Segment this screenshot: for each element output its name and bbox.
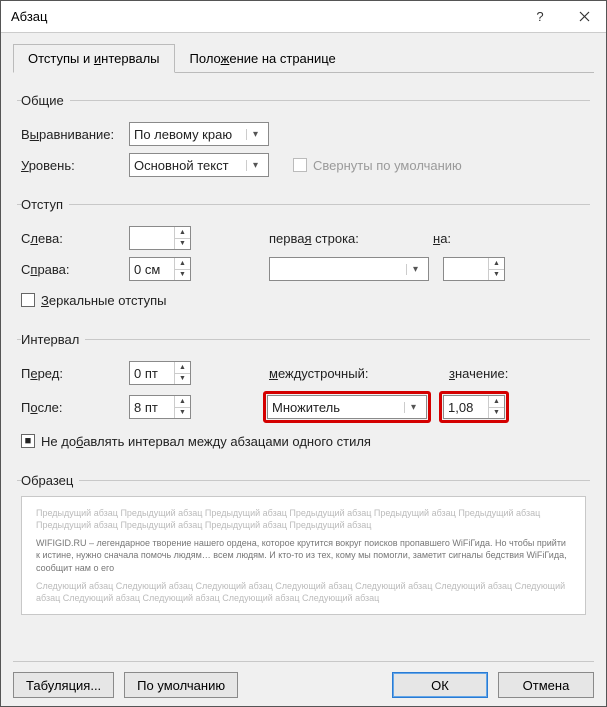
collapsed-label: Свернуты по умолчанию [313,158,462,173]
left-label: Слева: [21,231,129,246]
close-icon [579,11,590,22]
by-value [444,258,488,280]
left-spinner[interactable]: ▲▼ [129,226,191,250]
right-label: Справа: [21,262,129,277]
group-indent-title: Отступ [21,197,69,212]
chevron-down-icon: ▾ [404,402,422,413]
level-value: Основной текст [134,158,246,173]
after-spinner[interactable]: 8 пт ▲▼ [129,395,191,419]
spin-up-icon[interactable]: ▲ [175,258,190,270]
cancel-button[interactable]: Отмена [498,672,594,698]
client-area: Отступы и интервалы Положение на страниц… [1,33,606,706]
paragraph-dialog: Абзац ? Отступы и интервалы Положение на… [0,0,607,707]
preview-box: Предыдущий абзац Предыдущий абзац Предыд… [21,496,586,615]
after-label: После: [21,400,129,415]
ok-button[interactable]: ОК [392,672,488,698]
checkbox-icon [293,158,307,172]
tab-row: Отступы и интервалы Положение на страниц… [13,43,594,73]
before-value: 0 пт [130,362,174,384]
level-label: Уровень: [21,158,129,173]
linespace-combo[interactable]: Множитель ▾ [267,395,427,419]
by-label: на: [433,231,451,246]
spin-up-icon[interactable]: ▲ [175,362,190,374]
left-value [130,227,174,249]
help-button[interactable]: ? [518,1,562,33]
by-spinner[interactable]: ▲▼ [443,257,505,281]
mirror-checkbox[interactable]: Зеркальные отступы [21,293,166,308]
nospace-checkbox[interactable]: ■ Не добавлять интервал между абзацами о… [21,434,371,449]
chevron-down-icon: ▾ [246,129,264,140]
preview-body-text: WIFIGID.RU – легендарное творение нашего… [36,537,571,573]
spin-down-icon[interactable]: ▼ [175,408,190,419]
at-highlight: 1,08 ▲▼ [439,391,509,423]
special-label: первая строка: [269,231,433,246]
group-preview: Образец Предыдущий абзац Предыдущий абза… [17,473,590,619]
tab-pageflow[interactable]: Положение на странице [175,44,351,73]
group-spacing: Интервал Перед: 0 пт ▲▼ междустрочный: з… [17,332,590,463]
checkbox-icon [21,293,35,307]
group-general: Общие Выравнивание: По левому краю ▾ Уро… [17,93,590,187]
checkbox-icon: ■ [21,434,35,448]
linespace-value: Множитель [272,400,404,415]
close-button[interactable] [562,1,606,33]
mirror-label: Зеркальные отступы [41,293,166,308]
before-label: Перед: [21,366,129,381]
preview-next-text: Следующий абзац Следующий абзац Следующи… [36,580,571,604]
linespace-label: междустрочный: [269,366,449,381]
before-spinner[interactable]: 0 пт ▲▼ [129,361,191,385]
nospace-label: Не добавлять интервал между абзацами одн… [41,434,371,449]
linespace-highlight: Множитель ▾ [263,391,431,423]
alignment-label: Выравнивание: [21,127,129,142]
right-value: 0 см [130,258,174,280]
group-general-title: Общие [21,93,70,108]
spin-up-icon[interactable]: ▲ [489,258,504,270]
collapsed-checkbox: Свернуты по умолчанию [293,158,462,173]
spin-down-icon[interactable]: ▼ [489,408,504,419]
level-combo[interactable]: Основной текст ▾ [129,153,269,177]
titlebar: Абзац ? [1,1,606,33]
tabs-button[interactable]: Табуляция... [13,672,114,698]
alignment-value: По левому краю [134,127,246,142]
right-spinner[interactable]: 0 см ▲▼ [129,257,191,281]
chevron-down-icon: ▾ [406,264,424,275]
spin-up-icon[interactable]: ▲ [489,396,504,408]
alignment-combo[interactable]: По левому краю ▾ [129,122,269,146]
group-spacing-title: Интервал [21,332,85,347]
spin-up-icon[interactable]: ▲ [175,227,190,239]
at-label: значение: [449,366,508,381]
at-value: 1,08 [444,396,488,418]
after-value: 8 пт [130,396,174,418]
spin-up-icon[interactable]: ▲ [175,396,190,408]
special-combo[interactable]: ▾ [269,257,429,281]
group-preview-title: Образец [21,473,79,488]
tab-indents[interactable]: Отступы и интервалы [13,44,175,73]
tab-panel: Общие Выравнивание: По левому краю ▾ Уро… [13,73,594,661]
spin-down-icon[interactable]: ▼ [175,239,190,250]
spin-down-icon[interactable]: ▼ [489,270,504,281]
group-indent: Отступ Слева: ▲▼ первая строка: на: Спра… [17,197,590,322]
chevron-down-icon: ▾ [246,160,264,171]
at-spinner[interactable]: 1,08 ▲▼ [443,395,505,419]
default-button[interactable]: По умолчанию [124,672,238,698]
window-title: Абзац [11,9,518,24]
footer: Табуляция... По умолчанию ОК Отмена [13,661,594,698]
preview-prev-text: Предыдущий абзац Предыдущий абзац Предыд… [36,507,571,531]
spin-down-icon[interactable]: ▼ [175,270,190,281]
spin-down-icon[interactable]: ▼ [175,374,190,385]
